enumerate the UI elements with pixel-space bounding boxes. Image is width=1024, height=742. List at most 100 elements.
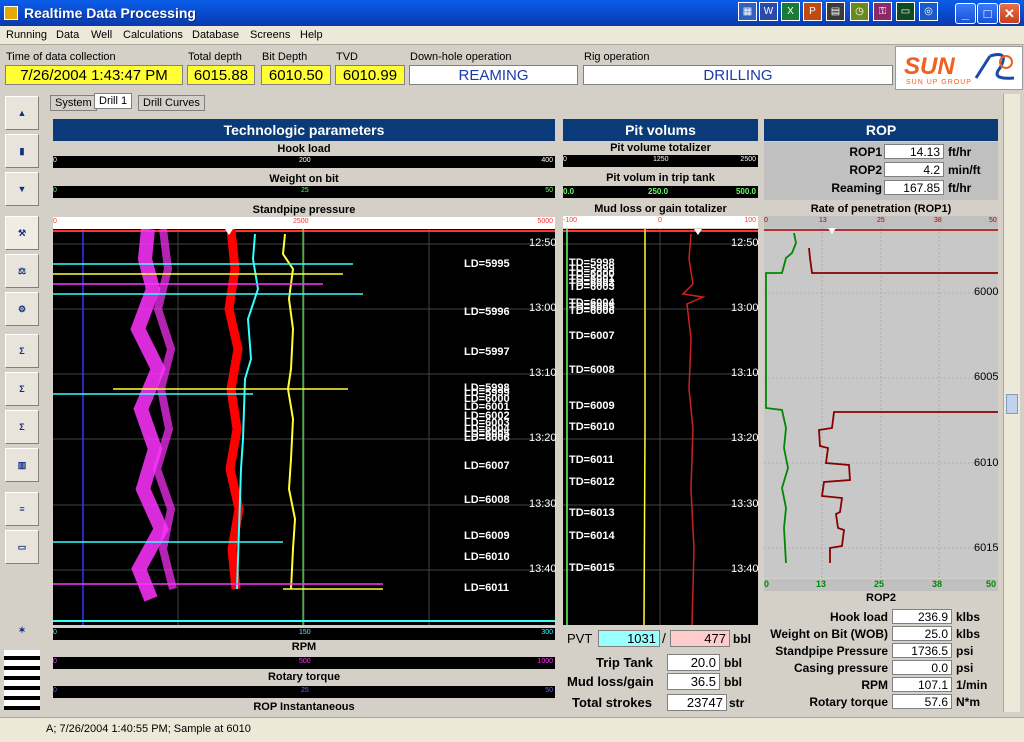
rpm-scale: 0 150 300 bbox=[53, 628, 555, 640]
maximize-button[interactable]: □ bbox=[977, 3, 998, 24]
menu-running[interactable]: Running bbox=[6, 29, 47, 41]
rop-depth-label: 6015 bbox=[974, 542, 999, 554]
menu-help[interactable]: Help bbox=[300, 29, 323, 41]
menu-screens[interactable]: Screens bbox=[250, 29, 290, 41]
bit-icon[interactable]: ⚙ bbox=[5, 292, 39, 326]
close-button[interactable]: ✕ bbox=[999, 3, 1020, 24]
balance-icon[interactable]: ⚖ bbox=[5, 254, 39, 288]
rop-inst-scale-max: 50 bbox=[545, 687, 553, 694]
strokes-label: Total strokes bbox=[572, 695, 652, 710]
spp-readout-value: 1736.5 bbox=[892, 643, 952, 658]
rop-top-tick: 13 bbox=[819, 217, 827, 224]
rig-label: Rig operation bbox=[584, 51, 650, 63]
trip-up-icon[interactable]: ▲ bbox=[5, 96, 39, 130]
toolbar-grid-icon[interactable]: ▦ bbox=[738, 2, 757, 21]
pvt-value1: 1031 bbox=[598, 630, 660, 647]
tech-chart-area: 12:50 13:00 13:10 13:20 13:30 13:40 LD=5… bbox=[53, 228, 557, 625]
menu-calculations[interactable]: Calculations bbox=[123, 29, 183, 41]
total-depth-label: Total depth bbox=[188, 51, 242, 63]
rop-inst-scale: 0 25 50 bbox=[53, 686, 555, 698]
rop-inst-label: ROP Instantaneous bbox=[253, 701, 355, 713]
hook-scale-mid: 200 bbox=[299, 157, 311, 164]
rop-chart-label: Rate of penetration (ROP1) bbox=[810, 203, 952, 215]
casing-readout-value: 0.0 bbox=[892, 660, 952, 675]
tab-system[interactable]: System bbox=[50, 95, 97, 111]
word-icon[interactable]: W bbox=[759, 2, 778, 21]
pvt-row-label: PVT bbox=[567, 631, 593, 646]
trip-down-icon[interactable]: ▼ bbox=[5, 172, 39, 206]
rop-depth-label: 6000 bbox=[974, 286, 999, 298]
menu-well[interactable]: Well bbox=[91, 29, 112, 41]
scrollbar-thumb[interactable] bbox=[1006, 394, 1018, 414]
strokes-icon[interactable]: Σ bbox=[5, 372, 39, 406]
trip-tank-label: Trip Tank bbox=[596, 655, 653, 670]
rpm-scale-mid: 150 bbox=[299, 629, 311, 636]
wob-readout-unit: klbs bbox=[956, 627, 981, 641]
spp-label: Standpipe pressure bbox=[252, 204, 356, 216]
pit-panel-title: Pit volums bbox=[563, 119, 758, 141]
torque-readout-value: 57.6 bbox=[892, 694, 952, 709]
hook-load-readout-value: 236.9 bbox=[892, 609, 952, 624]
trip-tank-unit: bbl bbox=[724, 656, 742, 670]
rop-readout-panel: ROP1 14.13 ft/hr ROP2 4.2 min/ft Reaming… bbox=[764, 142, 998, 200]
rop2-unit: min/ft bbox=[948, 163, 981, 177]
hook-scale-min: 0 bbox=[53, 157, 57, 164]
hook-load-scale: 0 200 400 bbox=[53, 156, 555, 168]
hook-load-readout-label: Hook load bbox=[829, 610, 888, 624]
rpm-sum-icon[interactable]: Σ bbox=[5, 410, 39, 444]
td-label: TD=6007 bbox=[569, 330, 615, 342]
clock-icon[interactable]: ◷ bbox=[850, 2, 869, 21]
wob-scale: 0 25 50 bbox=[53, 186, 555, 198]
minimize-button[interactable]: _ bbox=[955, 3, 976, 24]
td-label: TD=6009 bbox=[569, 400, 615, 412]
logo-text: SUN bbox=[904, 53, 955, 80]
td-label: TD=6008 bbox=[569, 364, 615, 376]
chart-tool-icon[interactable]: ▤ bbox=[826, 2, 845, 21]
status-bar: A; 7/26/2004 1:40:55 PM; Sample at 6010 bbox=[0, 717, 1024, 742]
rpm-label: RPM bbox=[291, 641, 317, 653]
help-tool-icon[interactable]: ◎ bbox=[919, 2, 938, 21]
spp-scale-max: 5000 bbox=[537, 218, 553, 225]
database-icon[interactable]: ≡ bbox=[5, 492, 39, 526]
terminal-icon[interactable]: ▭ bbox=[896, 2, 915, 21]
casing-readout-unit: psi bbox=[956, 661, 974, 675]
mud-chart-label: Mud loss or gain totalizer bbox=[594, 203, 727, 215]
td-labels: TD=5998 TD=5999 TD=6000 TD=6001 TD=6002 … bbox=[569, 229, 649, 625]
ld-label: LD=6011 bbox=[464, 582, 509, 594]
tvd-label: TVD bbox=[336, 51, 358, 63]
drill-icon[interactable]: ⚒ bbox=[5, 216, 39, 250]
tab-drill-1[interactable]: Drill 1 bbox=[94, 93, 133, 109]
rop1-unit: ft/hr bbox=[948, 145, 972, 159]
excel-icon[interactable]: X bbox=[781, 2, 800, 21]
ld-label: LD=6009 bbox=[464, 530, 510, 542]
vertical-scrollbar[interactable] bbox=[1003, 94, 1020, 712]
mud-scale: -100 0 100 bbox=[563, 216, 758, 228]
pit-time-label: 13:20 bbox=[731, 432, 759, 444]
tab-drill-curves[interactable]: Drill Curves bbox=[138, 95, 205, 111]
gain-loss-icon[interactable]: Σ bbox=[5, 334, 39, 368]
rop-bottom-tick: 50 bbox=[986, 579, 997, 589]
spp-readout-label: Standpipe Pressure bbox=[775, 644, 888, 658]
pvt-scale: 0 1250 2500 bbox=[563, 155, 758, 167]
tvd-value: 6010.99 bbox=[335, 65, 405, 85]
logo-subtitle: SUN UP GROUP bbox=[906, 79, 972, 86]
hook-load-label: Hook load bbox=[277, 143, 331, 155]
computer-icon[interactable]: ▭ bbox=[5, 530, 39, 564]
wob-readout-value: 25.0 bbox=[892, 626, 952, 641]
torque-label: Rotary torque bbox=[267, 671, 341, 683]
rop-top-scale: 0 13 25 38 50 bbox=[764, 216, 998, 228]
rop-chart-area: 6000 6005 6010 6015 bbox=[764, 228, 998, 578]
powerpoint-icon[interactable]: P bbox=[803, 2, 822, 21]
rop-top-tick: 25 bbox=[877, 217, 885, 224]
trip-hold-icon[interactable]: ▮ bbox=[5, 134, 39, 168]
pumping-icon[interactable]: ▥ bbox=[5, 448, 39, 482]
rop-panel-title: ROP bbox=[764, 119, 998, 141]
spp-readout-unit: psi bbox=[956, 644, 974, 658]
trip-scale-mid: 250.0 bbox=[648, 187, 669, 196]
key-icon[interactable]: ⚿ bbox=[873, 2, 892, 21]
menu-database[interactable]: Database bbox=[192, 29, 239, 41]
pvt-scale-max: 2500 bbox=[740, 156, 756, 163]
menu-data[interactable]: Data bbox=[56, 29, 79, 41]
td-label: TD=6015 bbox=[569, 562, 615, 574]
rop1-label: ROP1 bbox=[849, 145, 882, 159]
